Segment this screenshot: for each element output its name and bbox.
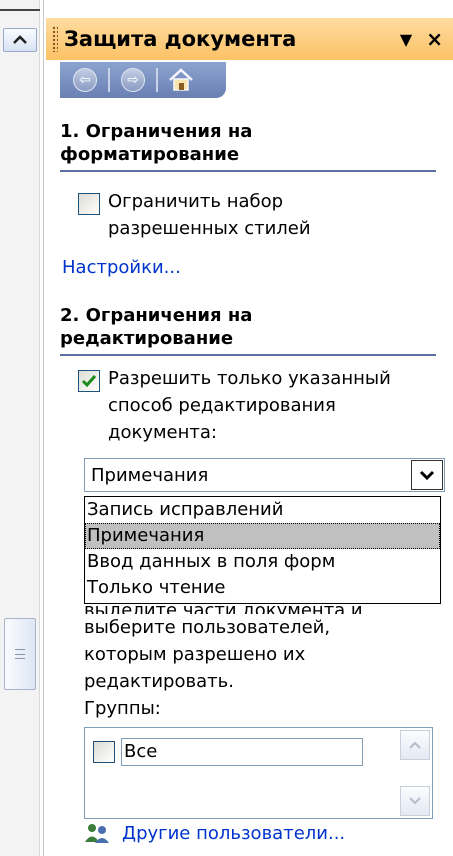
editing-type-dropdown-list: Запись исправлений Примечания Ввод данны… bbox=[84, 496, 441, 604]
back-button[interactable]: ⇦ bbox=[66, 65, 104, 95]
users-icon bbox=[85, 824, 109, 843]
grip-icon bbox=[15, 649, 25, 659]
group-everyone-checkbox[interactable] bbox=[93, 741, 115, 763]
pane-navigation-bar: ⇦ ⇨ bbox=[60, 62, 226, 98]
editing-type-value: Примечания bbox=[91, 464, 209, 486]
group-list-item[interactable]: Все bbox=[93, 738, 363, 766]
dropdown-button[interactable] bbox=[411, 460, 443, 490]
document-vertical-scrollbar[interactable] bbox=[0, 0, 44, 856]
dropdown-option[interactable]: Только чтение bbox=[85, 575, 440, 601]
dropdown-option[interactable]: Ввод данных в поля форм bbox=[85, 549, 440, 575]
groups-list: Все bbox=[84, 727, 433, 819]
restrict-styles-checkbox[interactable] bbox=[78, 193, 100, 215]
pane-menu-dropdown-icon[interactable]: ▼ bbox=[400, 30, 412, 49]
dropdown-option-selected[interactable]: Примечания bbox=[85, 523, 440, 549]
forward-arrow-icon: ⇨ bbox=[121, 68, 145, 92]
scrollbar-thumb[interactable] bbox=[4, 618, 36, 690]
editing-type-select[interactable]: Примечания bbox=[84, 458, 445, 492]
pane-title: Защита документа bbox=[64, 27, 297, 51]
home-button[interactable] bbox=[162, 65, 200, 95]
other-users-link[interactable]: Другие пользователи... bbox=[84, 822, 345, 844]
drag-handle-icon[interactable] bbox=[52, 26, 58, 52]
settings-link[interactable]: Настройки... bbox=[62, 257, 181, 278]
chevron-down-icon bbox=[419, 470, 435, 481]
scrollbar-track[interactable] bbox=[0, 0, 40, 856]
allow-editing-label[interactable]: Разрешить только указанный способ редакт… bbox=[108, 365, 391, 446]
groups-scroll-down-button[interactable] bbox=[400, 786, 430, 816]
split-handle[interactable] bbox=[0, 9, 40, 11]
chevron-up-icon bbox=[409, 741, 421, 749]
groups-label: Группы: bbox=[84, 698, 161, 719]
nav-separator bbox=[156, 68, 158, 92]
section-formatting-heading: 1. Ограничения на форматирование bbox=[60, 120, 436, 172]
nav-separator bbox=[108, 68, 110, 92]
forward-button[interactable]: ⇨ bbox=[114, 65, 152, 95]
checkmark-icon bbox=[81, 375, 97, 388]
close-icon[interactable]: × bbox=[426, 27, 443, 51]
back-arrow-icon: ⇦ bbox=[73, 68, 97, 92]
groups-scroll-up-button[interactable] bbox=[400, 730, 430, 760]
allow-editing-checkbox[interactable] bbox=[78, 370, 100, 392]
protect-document-pane: Защита документа ▼ × ⇦ ⇨ 1. Ограничения … bbox=[46, 0, 453, 856]
exceptions-instructions: выберите пользователей, которым разрешен… bbox=[84, 617, 331, 692]
restrict-styles-label[interactable]: Ограничить набор разрешенных стилей bbox=[108, 188, 311, 242]
group-everyone-label: Все bbox=[121, 738, 363, 766]
home-icon bbox=[169, 68, 193, 91]
section-editing-heading: 2. Ограничения на редактирование bbox=[60, 304, 436, 356]
chevron-down-icon bbox=[409, 797, 421, 805]
scroll-up-button[interactable] bbox=[3, 28, 37, 52]
dropdown-option[interactable]: Запись исправлений bbox=[85, 497, 440, 523]
chevron-up-icon bbox=[13, 35, 27, 44]
pane-title-bar: Защита документа ▼ × bbox=[46, 18, 453, 60]
